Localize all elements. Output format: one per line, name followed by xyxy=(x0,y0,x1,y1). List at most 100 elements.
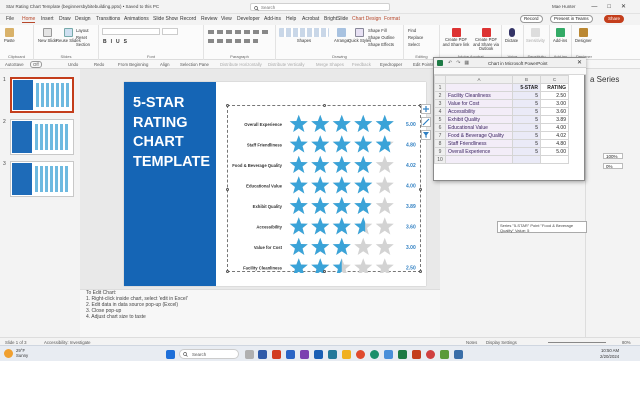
tab-format[interactable]: Format xyxy=(384,16,400,22)
cell[interactable]: 5-STAR xyxy=(512,83,541,92)
tab-review[interactable]: Review xyxy=(201,16,217,22)
search-input[interactable]: Search xyxy=(250,3,390,11)
present-in-teams-button[interactable]: Present in Teams xyxy=(550,15,593,23)
section-button[interactable]: Section xyxy=(76,42,90,47)
row-header[interactable]: 7 xyxy=(434,131,446,140)
filled-star[interactable] xyxy=(311,135,330,153)
create-pdf-share-link-button[interactable]: Create PDF and Share link xyxy=(442,28,470,47)
cell[interactable]: 5 xyxy=(512,139,541,148)
record-button[interactable]: Record xyxy=(520,15,543,23)
cell[interactable]: 4.80 xyxy=(540,139,569,148)
excel-taskbar-icon[interactable] xyxy=(398,349,407,359)
user-name[interactable]: Mae Hunter xyxy=(552,4,576,9)
undo-button[interactable]: Undo xyxy=(68,62,78,67)
chrome-icon[interactable] xyxy=(356,349,365,359)
row-header[interactable]: 5 xyxy=(434,115,446,124)
slide-thumbnail-3[interactable] xyxy=(10,161,74,197)
row-header[interactable]: 9 xyxy=(434,147,446,156)
filled-star[interactable] xyxy=(311,237,330,255)
shape-outline-button[interactable]: Shape Outline xyxy=(368,35,395,40)
filled-star[interactable] xyxy=(332,135,351,153)
cell[interactable]: Educational Value xyxy=(445,123,513,132)
display-settings-button[interactable]: Display Settings xyxy=(486,340,517,345)
cell[interactable]: RATING xyxy=(540,83,569,92)
filled-star[interactable] xyxy=(332,237,351,255)
designer-button[interactable]: Designer xyxy=(575,28,592,43)
resize-handle[interactable] xyxy=(419,270,422,273)
slide-title[interactable]: 5-STAR RATING CHART TEMPLATE xyxy=(133,94,215,172)
filled-star[interactable] xyxy=(375,114,394,132)
replace-button[interactable]: Replace xyxy=(408,35,423,40)
app-icon[interactable] xyxy=(300,349,309,359)
shape-fill-button[interactable]: Shape Fill xyxy=(368,28,387,33)
from-beginning-button[interactable]: From Beginning xyxy=(118,62,148,67)
sensitivity-button[interactable]: Sensitivity xyxy=(526,28,545,43)
filled-star[interactable] xyxy=(289,258,308,273)
filled-star[interactable] xyxy=(332,217,351,235)
cell[interactable]: 3.60 xyxy=(540,107,569,116)
resize-handle[interactable] xyxy=(226,104,229,107)
shape-effects-button[interactable]: Shape Effects xyxy=(368,42,394,47)
cell[interactable]: 5 xyxy=(512,131,541,140)
powerpoint-taskbar-icon[interactable] xyxy=(412,349,421,359)
zoom-level[interactable]: 80% xyxy=(622,340,631,345)
tab-record[interactable]: Record xyxy=(180,16,196,22)
filled-star[interactable] xyxy=(332,176,351,194)
app-icon[interactable] xyxy=(454,349,463,359)
cell[interactable]: 4.00 xyxy=(540,123,569,132)
app-icon[interactable] xyxy=(272,349,281,359)
font-size-box[interactable] xyxy=(162,28,178,35)
feedback-button[interactable]: Feedback xyxy=(352,62,371,67)
system-clock[interactable]: 10:50 AM 2/20/2024 xyxy=(600,348,619,359)
tab-home[interactable]: Home xyxy=(22,16,36,23)
slide-thumbnail-2[interactable] xyxy=(10,119,74,155)
resize-handle[interactable] xyxy=(323,104,326,107)
row-header[interactable]: 2 xyxy=(434,91,446,100)
notes-toggle[interactable]: Notes xyxy=(466,340,477,345)
tab-chart-design[interactable]: Chart Design xyxy=(352,16,381,22)
dictate-button[interactable]: Dictate xyxy=(505,28,518,43)
cell[interactable]: 5 xyxy=(512,115,541,124)
maximize-button[interactable]: □ xyxy=(607,4,621,10)
cell[interactable]: 5 xyxy=(512,123,541,132)
weather-icon[interactable] xyxy=(4,349,13,358)
app-icon[interactable] xyxy=(328,349,337,359)
row-header[interactable]: 8 xyxy=(434,139,446,148)
chart-styles-button[interactable] xyxy=(421,117,431,127)
tab-transitions[interactable]: Transitions xyxy=(96,16,120,22)
cell[interactable]: 5 xyxy=(512,147,541,156)
cell[interactable]: Facility Cleanliness xyxy=(445,91,513,100)
taskbar-search[interactable]: Search xyxy=(179,349,239,359)
cell[interactable]: Value for Cost xyxy=(445,99,513,108)
close-icon[interactable]: ✕ xyxy=(577,59,582,66)
word-icon[interactable] xyxy=(286,349,295,359)
resize-handle[interactable] xyxy=(226,270,229,273)
new-slide-button[interactable]: New Slide xyxy=(38,28,57,43)
filled-star[interactable] xyxy=(332,196,351,214)
find-button[interactable]: Find xyxy=(408,28,416,33)
accessibility-checker[interactable]: Accessibility: Investigate xyxy=(44,340,91,345)
tab-slide-show[interactable]: Slide Show xyxy=(153,16,178,22)
cell[interactable]: Exhibit Quality xyxy=(445,115,513,124)
star-rating-chart[interactable]: Overall Experience 5.00 Staff Friendliness… xyxy=(226,104,422,273)
tab-file[interactable]: File xyxy=(6,16,14,22)
edit-points-button[interactable]: Edit Points xyxy=(413,62,434,67)
filled-star[interactable] xyxy=(311,114,330,132)
window-controls[interactable]: —□✕ xyxy=(591,3,636,10)
pane-value-field[interactable]: 100% xyxy=(603,153,623,159)
reset-button[interactable]: Reset xyxy=(76,35,87,40)
app-icon[interactable] xyxy=(426,349,435,359)
row-header[interactable]: 6 xyxy=(434,123,446,132)
chart-elements-button[interactable] xyxy=(421,104,431,114)
close-button[interactable]: ✕ xyxy=(621,4,636,10)
filled-star[interactable] xyxy=(354,135,373,153)
cell[interactable] xyxy=(512,155,541,164)
cell[interactable]: 3.89 xyxy=(540,115,569,124)
eyedropper-button[interactable]: Eyedropper xyxy=(380,62,402,67)
column-header[interactable] xyxy=(434,75,446,84)
merge-shapes-button[interactable]: Merge Shapes xyxy=(316,62,344,67)
column-header[interactable]: B xyxy=(512,75,541,84)
select-button[interactable]: Select xyxy=(408,42,420,47)
minimize-button[interactable]: — xyxy=(591,4,607,10)
filled-star[interactable] xyxy=(289,135,308,153)
